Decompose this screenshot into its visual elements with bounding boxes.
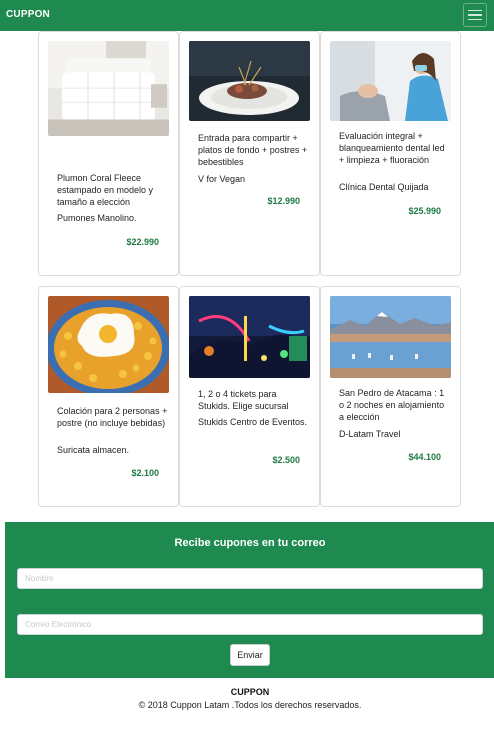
product-price: $44.100 — [408, 452, 441, 462]
product-vendor: V for Vegan — [198, 174, 246, 184]
hamburger-menu-icon[interactable] — [463, 3, 487, 27]
product-vendor: Clínica Dental Quijada — [339, 182, 429, 192]
product-price: $22.990 — [126, 237, 159, 247]
product-card[interactable]: 1, 2 o 4 tickets para Stukids. Elige suc… — [179, 286, 320, 507]
product-image-food[interactable] — [48, 296, 169, 393]
email-input[interactable] — [17, 614, 483, 635]
product-image-park[interactable] — [189, 296, 310, 378]
product-image-dentist[interactable] — [330, 41, 451, 121]
brand-logo[interactable]: CUPPON — [6, 9, 50, 20]
product-vendor: Stukids Centro de Eventos. — [198, 417, 308, 427]
name-input[interactable] — [17, 568, 483, 589]
product-image-bed[interactable] — [48, 41, 169, 136]
product-vendor: D-Latam Travel — [339, 429, 401, 439]
product-price: $12.990 — [267, 196, 300, 206]
product-image-dish[interactable] — [189, 41, 310, 121]
product-title[interactable]: Plumon Coral Fleece estampado en modelo … — [57, 172, 169, 208]
product-vendor: Suricata almacen. — [57, 445, 130, 455]
footer-brand: CUPPON — [230, 687, 270, 697]
product-card[interactable]: Evaluación integral + blanqueamiento den… — [320, 31, 461, 276]
product-card[interactable]: Colación para 2 personas + postre (no in… — [38, 286, 179, 507]
newsletter-title: Recibe cupones en tu correo — [174, 537, 326, 549]
product-vendor: Pumones Manolino. — [57, 213, 137, 223]
product-title[interactable]: Colación para 2 personas + postre (no in… — [57, 405, 169, 429]
product-title[interactable]: Evaluación integral + blanqueamiento den… — [339, 130, 451, 166]
product-price: $2.500 — [272, 455, 300, 465]
product-title[interactable]: Entrada para compartir + platos de fondo… — [198, 132, 310, 168]
product-price: $25.990 — [408, 206, 441, 216]
product-card[interactable]: Entrada para compartir + platos de fondo… — [179, 31, 320, 276]
product-title[interactable]: 1, 2 o 4 tickets para Stukids. Elige suc… — [198, 388, 310, 412]
navbar: CUPPON — [0, 0, 494, 31]
product-card[interactable]: Plumon Coral Fleece estampado en modelo … — [38, 31, 179, 276]
copyright-text: © 2018 Cuppon Latam .Todos los derechos … — [138, 700, 362, 710]
product-card[interactable]: San Pedro de Atacama : 1 o 2 noches en a… — [320, 286, 461, 507]
product-title[interactable]: San Pedro de Atacama : 1 o 2 noches en a… — [339, 387, 451, 423]
submit-button[interactable]: Enviar — [230, 644, 270, 666]
product-image-atacama[interactable] — [330, 296, 451, 378]
product-price: $2.100 — [131, 468, 159, 478]
